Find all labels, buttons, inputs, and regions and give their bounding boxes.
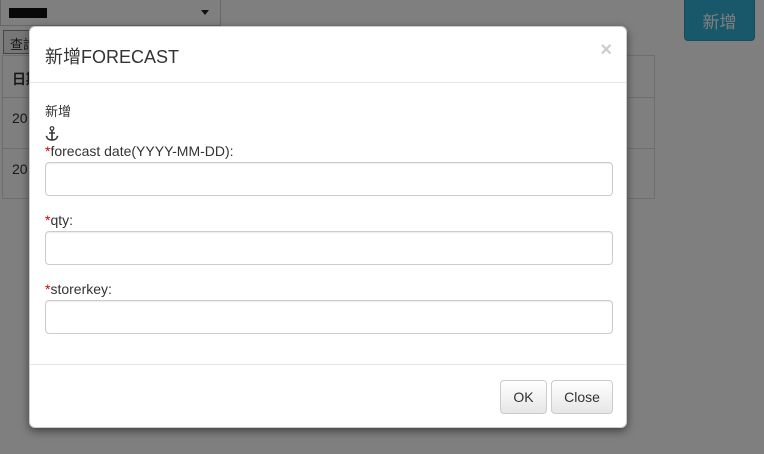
storerkey-input[interactable] xyxy=(45,300,613,334)
qty-label: *qty: xyxy=(45,212,73,228)
forecast-date-input[interactable] xyxy=(45,162,613,196)
close-button[interactable]: Close xyxy=(551,380,613,414)
form-subtitle: 新增 xyxy=(45,104,72,119)
modal-title: 新增FORECAST xyxy=(45,47,180,67)
forecast-date-label: *forecast date(YYYY-MM-DD): xyxy=(45,143,234,159)
add-forecast-dialog: 新增FORECAST × 新增 *forecast date(YYYY-MM-D… xyxy=(29,26,627,428)
qty-label-text: qty: xyxy=(50,212,74,228)
close-icon[interactable]: × xyxy=(600,40,612,60)
modal-body: 新增 *forecast date(YYYY-MM-DD): *qty: *st… xyxy=(30,83,626,365)
modal-header: 新增FORECAST × xyxy=(30,27,626,83)
modal-footer: OK Close xyxy=(30,364,626,429)
storerkey-label-text: storerkey: xyxy=(50,281,112,297)
qty-input[interactable] xyxy=(45,231,613,265)
ok-button[interactable]: OK xyxy=(500,380,547,414)
forecast-date-label-text: forecast date(YYYY-MM-DD): xyxy=(50,143,234,159)
anchor-icon xyxy=(45,126,59,141)
storerkey-label: *storerkey: xyxy=(45,281,112,297)
